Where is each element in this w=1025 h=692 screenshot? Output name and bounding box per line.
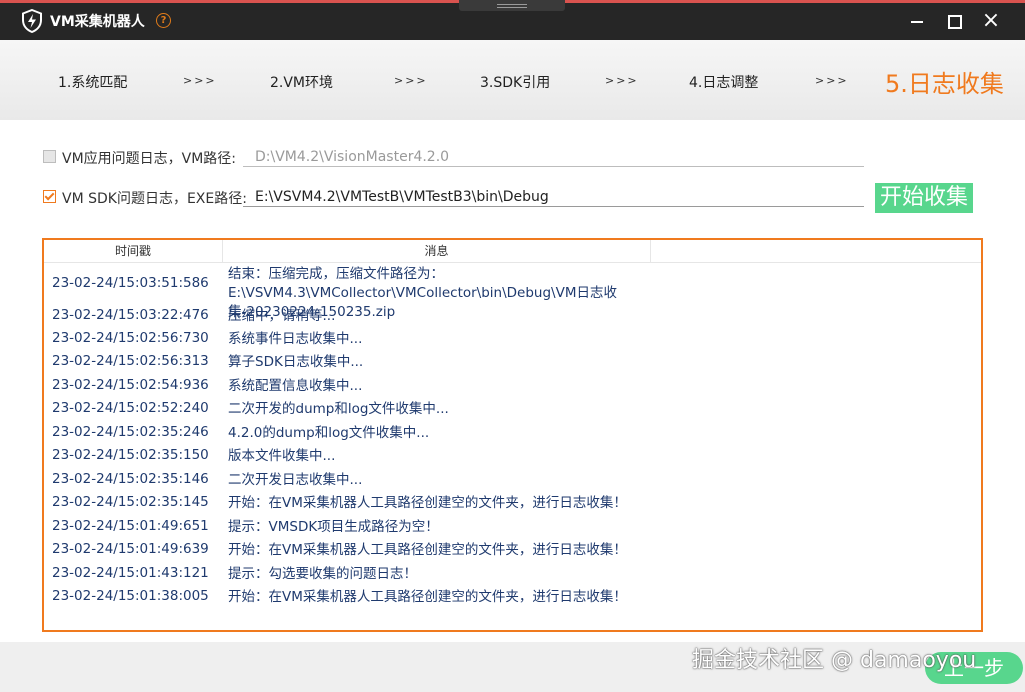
- table-row[interactable]: 23-02-24/15:03:22:476 压缩中，请稍等...: [44, 305, 981, 328]
- watermark: 掘金技术社区 @ damaoyou: [692, 648, 977, 673]
- help-icon[interactable]: ?: [156, 13, 171, 28]
- step-arrow: >>>: [183, 74, 217, 87]
- table-row[interactable]: 23-02-24/15:02:35:145 开始：在VM采集机器人工具路径创建空…: [44, 492, 981, 515]
- row-message: 版本文件收集中...: [228, 448, 336, 464]
- close-button[interactable]: ×: [978, 8, 1004, 34]
- step-log-collect[interactable]: 5.日志收集: [885, 64, 1004, 99]
- table-row[interactable]: 23-02-24/15:02:56:730 系统事件日志收集中...: [44, 328, 981, 351]
- log-table-header: 时间戳 消息: [44, 240, 981, 263]
- row-message: 压缩中，请稍等...: [228, 308, 336, 324]
- vm-path-field[interactable]: D:\VM4.2\VisionMaster4.2.0: [243, 147, 864, 167]
- app-logo-icon: [22, 9, 42, 33]
- step-system-match[interactable]: 1.系统匹配: [58, 72, 127, 92]
- vm-log-checkbox[interactable]: [43, 150, 56, 163]
- table-row[interactable]: 23-02-24/15:02:56:313 算子SDK日志收集中...: [44, 351, 981, 374]
- close-icon: ×: [981, 8, 1001, 33]
- row-message: 开始：在VM采集机器人工具路径创建空的文件夹，进行日志收集！: [228, 542, 627, 558]
- maximize-icon: [948, 14, 962, 29]
- row-timestamp: 23-02-24/15:02:35:150: [52, 447, 209, 463]
- wizard-steps: 1.系统匹配 >>> 2.VM环境 >>> 3.SDK引用 >>> 4.日志调整…: [0, 40, 1025, 120]
- drag-grip[interactable]: [459, 0, 565, 11]
- step-arrow: >>>: [394, 74, 428, 87]
- row-timestamp: 23-02-24/15:02:56:313: [52, 353, 209, 369]
- table-row[interactable]: 23-02-24/15:01:38:005 开始：在VM采集机器人工具路径创建空…: [44, 586, 981, 609]
- row-message: 算子SDK日志收集中...: [228, 354, 364, 370]
- table-row[interactable]: 23-02-24/15:02:52:240 二次开发的dump和log文件收集中…: [44, 398, 981, 421]
- title-bar[interactable]: VM采集机器人 ? ×: [0, 0, 1025, 40]
- row-timestamp: 23-02-24/15:02:35:246: [52, 424, 209, 440]
- step-arrow: >>>: [815, 74, 849, 87]
- row-timestamp: 23-02-24/15:02:35:146: [52, 471, 209, 487]
- table-row[interactable]: 23-02-24/15:01:49:639 开始：在VM采集机器人工具路径创建空…: [44, 539, 981, 562]
- row-message: 提示：VMSDK项目生成路径为空！: [228, 519, 439, 535]
- sdk-log-checkbox[interactable]: [43, 190, 56, 203]
- row-timestamp: 23-02-24/15:01:49:639: [52, 541, 209, 557]
- step-log-adjust[interactable]: 4.日志调整: [689, 72, 758, 92]
- column-header-timestamp[interactable]: 时间戳: [44, 240, 223, 262]
- exe-path-field[interactable]: E:\VSVM4.2\VMTestB\VMTestB3\bin\Debug: [243, 187, 864, 207]
- maximize-button[interactable]: [942, 8, 968, 34]
- step-arrow: >>>: [605, 74, 639, 87]
- row-message: 开始：在VM采集机器人工具路径创建空的文件夹，进行日志收集！: [228, 495, 627, 511]
- table-row[interactable]: 23-02-24/15:02:54:936 系统配置信息收集中...: [44, 375, 981, 398]
- step-vm-env[interactable]: 2.VM环境: [270, 72, 333, 92]
- row-message: 系统事件日志收集中...: [228, 331, 363, 347]
- row-timestamp: 23-02-24/15:01:49:651: [52, 518, 209, 534]
- row-timestamp: 23-02-24/15:03:51:586: [52, 275, 209, 291]
- row-timestamp: 23-02-24/15:02:35:145: [52, 494, 209, 510]
- row-message: 二次开发日志收集中...: [228, 472, 363, 488]
- table-row[interactable]: 23-02-24/15:01:43:121 提示：勾选要收集的问题日志！: [44, 563, 981, 586]
- minimize-icon: [911, 20, 923, 23]
- row-timestamp: 23-02-24/15:02:56:730: [52, 330, 209, 346]
- app-title: VM采集机器人: [50, 14, 145, 30]
- row-message: 系统配置信息收集中...: [228, 378, 363, 394]
- row-message: 开始：在VM采集机器人工具路径创建空的文件夹，进行日志收集！: [228, 589, 627, 605]
- table-row[interactable]: 23-02-24/15:02:35:246 4.2.0的dump和log文件收集…: [44, 422, 981, 445]
- minimize-button[interactable]: [904, 8, 930, 34]
- log-table[interactable]: 时间戳 消息 23-02-24/15:03:51:586 结束：压缩完成，压缩文…: [42, 238, 983, 632]
- row-timestamp: 23-02-24/15:03:22:476: [52, 307, 209, 323]
- start-collect-button[interactable]: 开始收集: [875, 183, 973, 213]
- row-timestamp: 23-02-24/15:01:38:005: [52, 588, 209, 604]
- table-row[interactable]: 23-02-24/15:03:51:586 结束：压缩完成，压缩文件路径为：E:…: [44, 264, 981, 320]
- row-message: 提示：勾选要收集的问题日志！: [228, 566, 417, 582]
- vm-log-label: VM应用问题日志，VM路径:: [62, 151, 237, 167]
- row-timestamp: 23-02-24/15:02:54:936: [52, 377, 209, 393]
- row-timestamp: 23-02-24/15:01:43:121: [52, 565, 209, 581]
- column-header-message[interactable]: 消息: [223, 240, 651, 262]
- step-sdk-ref[interactable]: 3.SDK引用: [480, 72, 550, 92]
- row-message: 4.2.0的dump和log文件收集中...: [228, 425, 430, 441]
- sdk-log-label: VM SDK问题日志，EXE路径:: [62, 191, 247, 207]
- row-timestamp: 23-02-24/15:02:52:240: [52, 400, 209, 416]
- table-row[interactable]: 23-02-24/15:02:35:146 二次开发日志收集中...: [44, 469, 981, 492]
- row-message: 二次开发的dump和log文件收集中...: [228, 401, 449, 417]
- table-row[interactable]: 23-02-24/15:01:49:651 提示：VMSDK项目生成路径为空！: [44, 516, 981, 539]
- table-row[interactable]: 23-02-24/15:02:35:150 版本文件收集中...: [44, 445, 981, 468]
